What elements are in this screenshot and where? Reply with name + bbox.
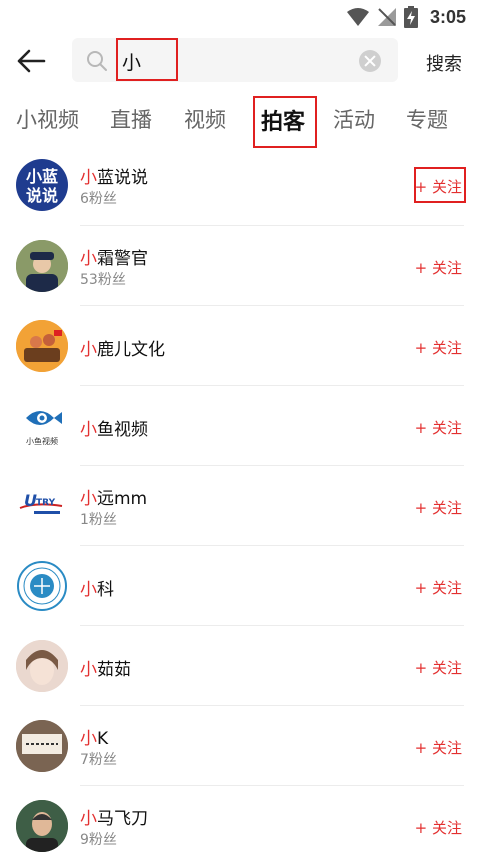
clear-icon[interactable] [359, 50, 381, 72]
avatar: 小蓝 说说 [16, 159, 68, 211]
list-item[interactable]: 小蓝 说说 小蓝说说 6粉丝 + 关注 [0, 146, 480, 226]
follow-highlight-box [414, 167, 466, 203]
user-name: 小茹茹 [80, 660, 131, 680]
svg-text:小蓝: 小蓝 [26, 167, 58, 186]
battery-charging-icon [403, 6, 418, 28]
svg-text:说说: 说说 [26, 186, 58, 205]
tab-activity[interactable]: 活动 [333, 104, 375, 134]
avatar [16, 640, 68, 692]
fan-count: 7粉丝 [80, 752, 117, 768]
query-highlight-box [116, 38, 178, 81]
wifi-icon [346, 8, 369, 26]
search-icon [87, 51, 107, 71]
avatar [16, 320, 68, 372]
search-box[interactable]: 小 [72, 38, 398, 82]
svg-text:小鱼视频: 小鱼视频 [26, 436, 58, 446]
clock-time: 3:05 [429, 6, 466, 27]
list-item[interactable]: 小霜警官 53粉丝 + 关注 [0, 226, 480, 306]
arrow-left-icon [17, 49, 46, 73]
list-item[interactable]: 小茹茹 + 关注 [0, 626, 480, 706]
category-tabs: 小视频 直播 视频 拍客 活动 专题 [0, 94, 480, 148]
fan-count: 1粉丝 [80, 512, 117, 528]
follow-button[interactable]: + 关注 [415, 257, 462, 278]
user-name: 小科 [80, 580, 114, 600]
user-name: 小K [80, 729, 109, 749]
svg-text:TRY: TRY [36, 498, 56, 508]
list-item[interactable]: 小科 + 关注 [0, 546, 480, 626]
fan-count: 9粉丝 [80, 832, 117, 848]
search-header: 小 搜索 [0, 36, 480, 88]
list-item[interactable]: 小鱼视频 小鱼视频 + 关注 [0, 386, 480, 466]
user-name: 小远mm [80, 489, 148, 509]
avatar: U TRY [16, 480, 68, 532]
tab-highlight-box [253, 96, 317, 148]
user-name: 小马飞刀 [80, 809, 148, 829]
list-item[interactable]: 小鹿儿文化 + 关注 [0, 306, 480, 386]
tab-short-video[interactable]: 小视频 [16, 104, 79, 134]
avatar [16, 800, 68, 852]
no-signal-icon [377, 8, 396, 26]
user-name: 小鹿儿文化 [80, 340, 165, 360]
status-bar: 3:05 [0, 0, 480, 34]
back-button[interactable] [14, 46, 48, 76]
avatar: 小鱼视频 [16, 400, 68, 452]
follow-button[interactable]: + 关注 [415, 737, 462, 758]
list-item[interactable]: U TRY 小远mm 1粉丝 + 关注 [0, 466, 480, 546]
avatar [16, 240, 68, 292]
user-name: 小鱼视频 [80, 420, 148, 440]
tab-topic[interactable]: 专题 [406, 104, 448, 134]
follow-button[interactable]: + 关注 [415, 417, 462, 438]
user-name: 小霜警官 [80, 249, 148, 269]
fan-count: 6粉丝 [80, 191, 117, 207]
follow-button[interactable]: + 关注 [415, 497, 462, 518]
avatar [16, 720, 68, 772]
follow-button[interactable]: + 关注 [415, 337, 462, 358]
user-name: 小蓝说说 [80, 168, 148, 188]
list-item[interactable]: 小K 7粉丝 + 关注 [0, 706, 480, 786]
follow-button[interactable]: + 关注 [415, 577, 462, 598]
follow-button[interactable]: + 关注 [415, 657, 462, 678]
follow-button[interactable]: + 关注 [415, 817, 462, 838]
fan-count: 53粉丝 [80, 272, 126, 288]
list-item[interactable]: 小马飞刀 9粉丝 + 关注 [0, 786, 480, 866]
search-button[interactable]: 搜索 [426, 50, 462, 76]
avatar [16, 560, 68, 612]
tab-video[interactable]: 视频 [184, 104, 226, 134]
tab-live[interactable]: 直播 [110, 104, 152, 134]
